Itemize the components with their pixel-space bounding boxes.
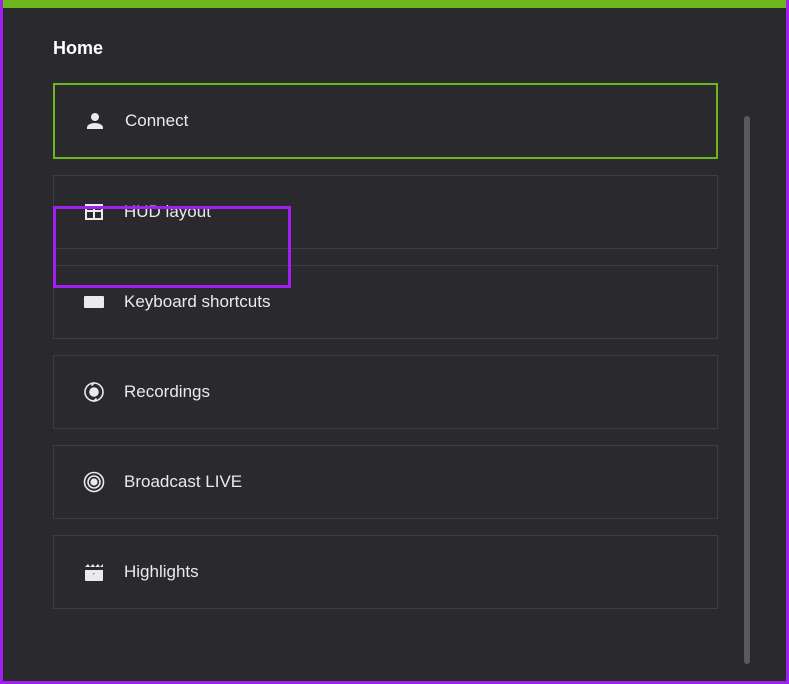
menu-list: Connect HUD layout Keyboard shortcuts Re… <box>53 83 718 609</box>
menu-label: Connect <box>125 111 188 131</box>
layout-icon <box>82 200 106 224</box>
page-title: Home <box>53 38 746 59</box>
menu-label: Broadcast LIVE <box>124 472 242 492</box>
menu-item-recordings[interactable]: Recordings <box>53 355 718 429</box>
menu-item-broadcast-live[interactable]: Broadcast LIVE <box>53 445 718 519</box>
settings-home-panel: Home Connect HUD layout Keyboard shortcu… <box>3 8 786 609</box>
menu-item-hud-layout[interactable]: HUD layout <box>53 175 718 249</box>
menu-label: Highlights <box>124 562 199 582</box>
top-highlight-bar <box>3 0 786 8</box>
scrollbar[interactable] <box>744 116 750 664</box>
record-icon <box>82 380 106 404</box>
broadcast-icon <box>82 470 106 494</box>
menu-label: Recordings <box>124 382 210 402</box>
menu-label: HUD layout <box>124 202 211 222</box>
menu-item-highlights[interactable]: Highlights <box>53 535 718 609</box>
menu-item-connect[interactable]: Connect <box>53 83 718 159</box>
keyboard-icon <box>82 290 106 314</box>
menu-label: Keyboard shortcuts <box>124 292 270 312</box>
clapper-icon <box>82 560 106 584</box>
menu-item-keyboard-shortcuts[interactable]: Keyboard shortcuts <box>53 265 718 339</box>
person-icon <box>83 109 107 133</box>
